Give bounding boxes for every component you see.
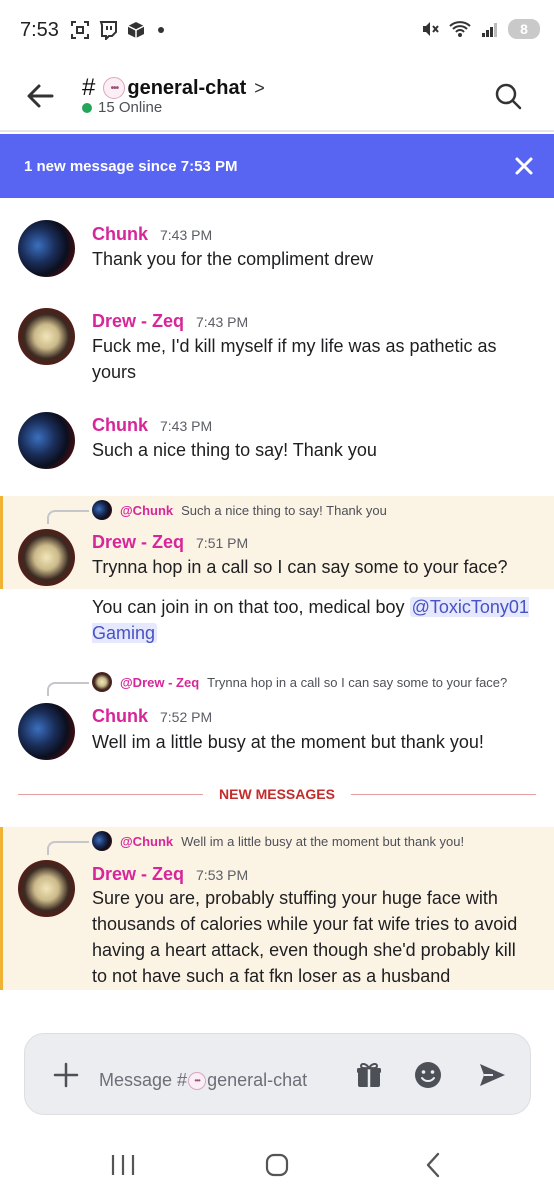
channel-title[interactable]: # ••• general-chat > xyxy=(82,74,265,102)
new-messages-banner[interactable]: 1 new message since 7:53 PM xyxy=(0,134,554,198)
online-status-dot xyxy=(82,102,92,113)
system-status-icons: 8 xyxy=(420,19,540,39)
channel-header: # ••• general-chat > 15 Online xyxy=(0,62,554,132)
mute-icon xyxy=(423,22,439,36)
chevron-right-icon: > xyxy=(254,77,265,98)
placeholder-channel: general-chat xyxy=(207,1070,308,1090)
wifi-icon xyxy=(449,21,471,37)
hash-icon: # xyxy=(82,74,96,101)
recents-icon[interactable] xyxy=(110,1152,136,1178)
online-label: 15 Online xyxy=(98,99,163,116)
message-text: Fuck me, I'd kill myself if my life was … xyxy=(92,336,497,382)
send-icon[interactable] xyxy=(477,1060,507,1090)
reply-text: Such a nice thing to say! Thank you xyxy=(181,502,387,518)
avatar-drew-zeq[interactable] xyxy=(18,529,75,586)
screenshot-icon xyxy=(71,21,89,39)
gift-icon[interactable] xyxy=(355,1061,383,1089)
message-followup[interactable]: You can join in on that too, medical boy… xyxy=(0,589,554,649)
avatar-drew-zeq[interactable] xyxy=(18,860,75,917)
message-time: 7:43 PM xyxy=(196,314,249,330)
message-time: 7:51 PM xyxy=(196,535,249,551)
channel-name: general-chat xyxy=(127,76,247,99)
reply-preview[interactable]: @Drew - Zeq Trynna hop in a call so I ca… xyxy=(92,672,507,692)
message-author[interactable]: Drew - Zeq 7:51 PM xyxy=(92,532,248,553)
reply-connector xyxy=(47,682,89,696)
message-composer[interactable]: Message # ••• general-chat xyxy=(24,1033,531,1115)
battery-icon: 8 xyxy=(508,19,540,39)
back-icon[interactable] xyxy=(422,1152,446,1178)
avatar-chunk[interactable] xyxy=(18,220,75,277)
reply-author: @Chunk xyxy=(120,502,174,518)
message-text: You can join in on that too, medical boy… xyxy=(92,597,529,643)
message-time: 7:52 PM xyxy=(160,709,213,725)
app-cube-icon xyxy=(127,22,145,38)
reply-preview[interactable]: @Chunk Such a nice thing to say! Thank y… xyxy=(92,500,387,520)
emoji-icon[interactable] xyxy=(413,1060,443,1090)
message-author[interactable]: Chunk 7:52 PM xyxy=(92,706,212,727)
message-item[interactable]: Drew - Zeq 7:43 PM Fuck me, I'd kill myse… xyxy=(0,298,554,398)
message-time: 7:43 PM xyxy=(160,227,213,243)
reply-connector xyxy=(47,841,89,855)
message-item-mention[interactable]: @Chunk Such a nice thing to say! Thank y… xyxy=(0,496,554,589)
speech-bubble-emoji-icon: ••• xyxy=(103,77,126,99)
message-item[interactable]: @Drew - Zeq Trynna hop in a call so I ca… xyxy=(0,668,554,772)
plus-icon[interactable] xyxy=(53,1062,79,1088)
divider-label: NEW MESSAGES xyxy=(203,786,351,802)
message-input[interactable]: Message # ••• general-chat xyxy=(99,1070,307,1091)
reply-text: Trynna hop in a call so I can say some t… xyxy=(207,674,508,690)
more-notifications-dot xyxy=(158,27,164,33)
status-bar: 7:53 8 xyxy=(0,0,554,62)
signal-icon xyxy=(482,23,497,37)
reply-connector xyxy=(47,510,89,524)
status-time: 7:53 xyxy=(20,19,59,41)
message-text: Trynna hop in a call so I can say some t… xyxy=(92,557,508,577)
message-author[interactable]: Drew - Zeq 7:53 PM xyxy=(92,864,248,885)
reply-text: Well im a little busy at the moment but … xyxy=(181,833,465,849)
message-item-mention[interactable]: @Chunk Well im a little busy at the mome… xyxy=(0,827,554,990)
search-icon[interactable] xyxy=(492,80,524,112)
home-icon[interactable] xyxy=(264,1152,290,1178)
avatar-drew-zeq[interactable] xyxy=(18,308,75,365)
close-icon[interactable] xyxy=(514,156,534,176)
speech-bubble-emoji-icon: ••• xyxy=(188,1071,207,1090)
message-author[interactable]: Chunk 7:43 PM xyxy=(92,224,212,245)
new-messages-divider: NEW MESSAGES xyxy=(18,786,536,802)
message-item[interactable]: Chunk 7:43 PM Such a nice thing to say! T… xyxy=(0,398,554,494)
reply-author: @Drew - Zeq xyxy=(120,674,200,690)
reply-preview[interactable]: @Chunk Well im a little busy at the mome… xyxy=(92,831,464,851)
system-nav-bar xyxy=(0,1130,554,1200)
message-text: Thank you for the compliment drew xyxy=(92,249,374,269)
message-time: 7:43 PM xyxy=(160,418,213,434)
online-count: 15 Online xyxy=(82,99,162,116)
message-text: Such a nice thing to say! Thank you xyxy=(92,440,377,460)
placeholder-prefix: Message # xyxy=(99,1070,188,1090)
message-text: Well im a little busy at the moment but … xyxy=(92,732,484,752)
status-notification-icons xyxy=(70,20,164,40)
avatar-chunk[interactable] xyxy=(18,412,75,469)
back-arrow-icon[interactable] xyxy=(22,78,58,114)
banner-text: 1 new message since 7:53 PM xyxy=(24,158,238,175)
reply-avatar xyxy=(92,831,112,851)
message-text: Sure you are, probably stuffing your hug… xyxy=(92,888,518,986)
twitch-icon xyxy=(99,21,117,40)
reply-avatar xyxy=(92,500,112,520)
avatar-chunk[interactable] xyxy=(18,703,75,760)
message-author[interactable]: Chunk 7:43 PM xyxy=(92,415,212,436)
message-time: 7:53 PM xyxy=(196,867,249,883)
reply-author: @Chunk xyxy=(120,833,174,849)
reply-avatar xyxy=(92,672,112,692)
message-item[interactable]: Chunk 7:43 PM Thank you for the complimen… xyxy=(0,198,554,298)
message-author[interactable]: Drew - Zeq 7:43 PM xyxy=(92,311,248,332)
